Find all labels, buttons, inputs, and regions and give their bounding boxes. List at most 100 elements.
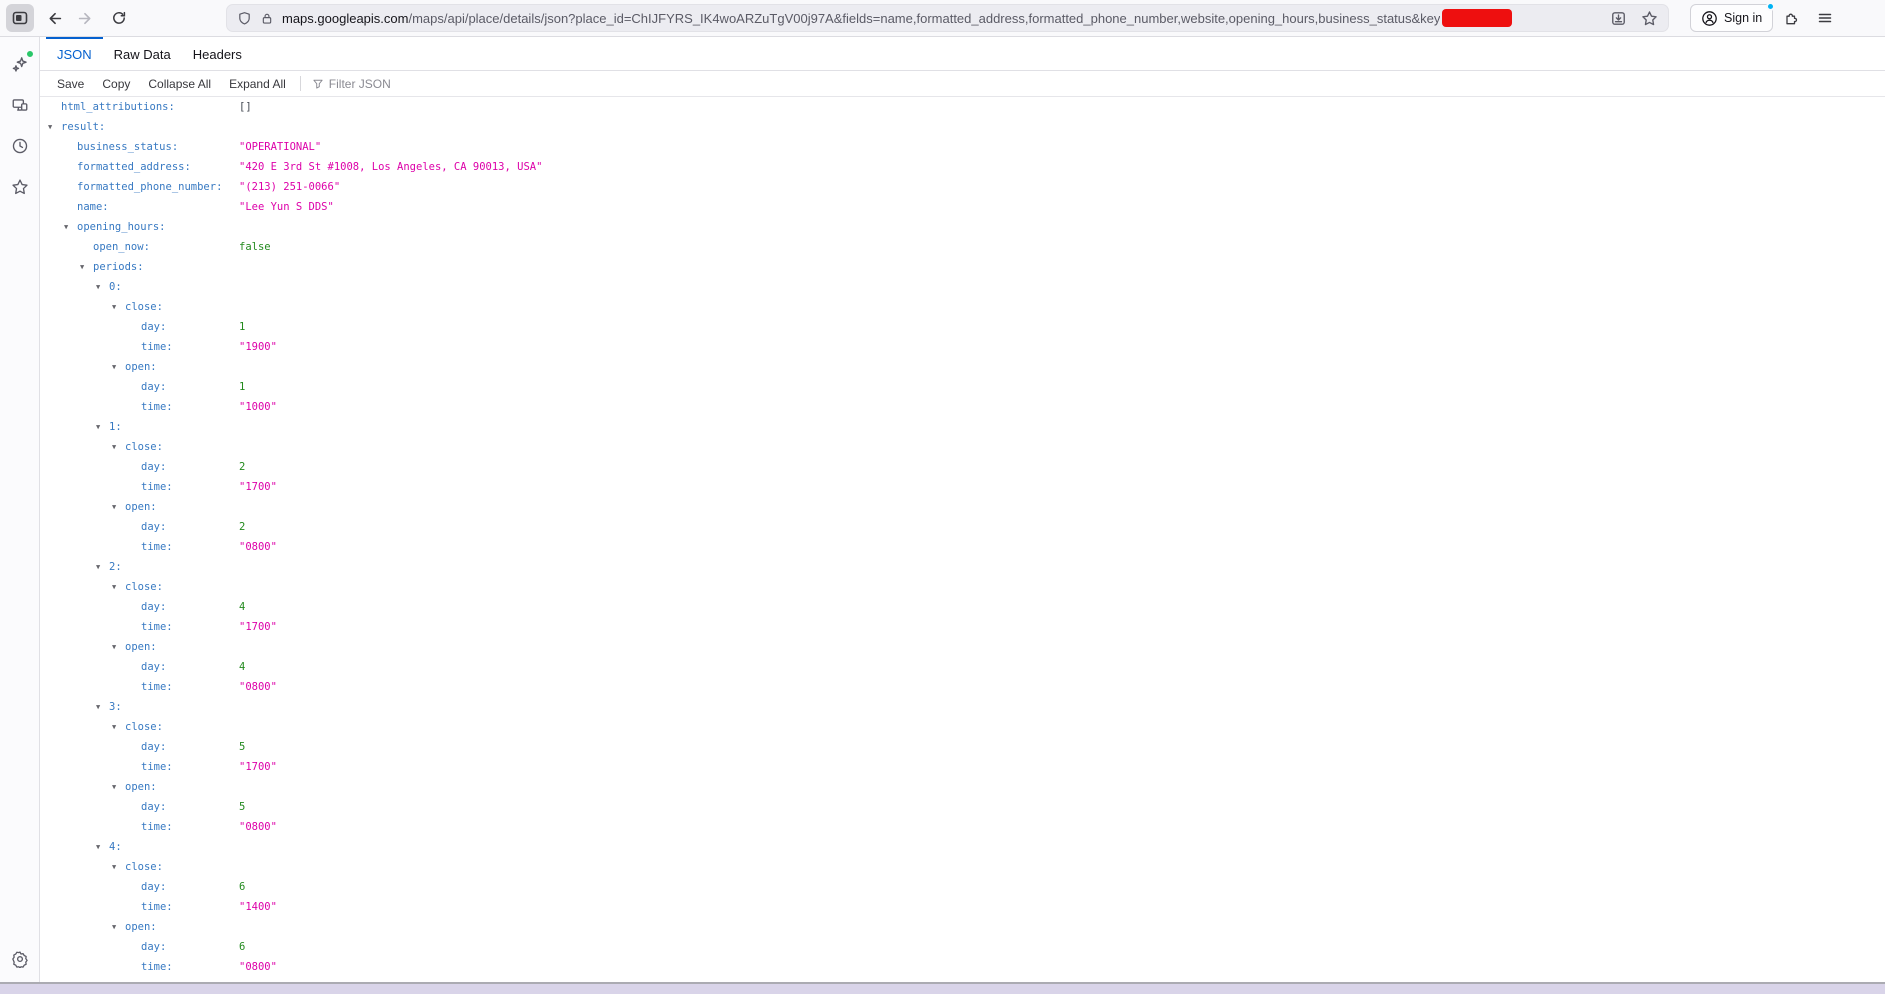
- account-icon: [1701, 10, 1718, 27]
- expand-all-button[interactable]: Expand All: [220, 77, 295, 91]
- json-row: day: 5: [40, 797, 1885, 817]
- json-row: ▼weekday_text:: [40, 977, 1885, 982]
- json-key: open:: [125, 641, 157, 653]
- sparkle-icon: [11, 55, 29, 73]
- collapse-all-button[interactable]: Collapse All: [139, 77, 220, 91]
- json-row: ▼ 1:: [40, 417, 1885, 437]
- json-key: open:: [125, 781, 157, 793]
- sidebar-item-bookmarks[interactable]: [7, 174, 33, 200]
- taskbar-strip: [0, 982, 1885, 994]
- json-row: ▼ result:: [40, 117, 1885, 137]
- json-value: []: [239, 101, 252, 113]
- bookmark-star-icon[interactable]: [1641, 10, 1658, 27]
- devices-icon: [11, 96, 29, 114]
- expand-arrow-icon[interactable]: ▼: [96, 277, 109, 297]
- address-bar[interactable]: maps.googleapis.com/maps/api/place/detai…: [226, 4, 1669, 32]
- json-row: time: "1700": [40, 617, 1885, 637]
- json-row: time: "0800": [40, 817, 1885, 837]
- back-arrow-icon: [45, 10, 62, 27]
- filter-json-input[interactable]: [328, 76, 469, 91]
- json-row: ▼ open:: [40, 777, 1885, 797]
- expand-arrow-icon[interactable]: ▼: [96, 557, 109, 577]
- sidebar-toggle-button[interactable]: [6, 4, 34, 32]
- json-key: open:: [125, 921, 157, 933]
- back-button[interactable]: [39, 4, 67, 32]
- sidebar-item-ai-chat[interactable]: [7, 50, 34, 77]
- expand-arrow-icon[interactable]: ▼: [112, 857, 125, 877]
- json-row: time: "1000": [40, 397, 1885, 417]
- expand-arrow-icon[interactable]: ▼: [112, 297, 125, 317]
- json-key: day:: [141, 941, 167, 953]
- json-key: day:: [141, 661, 167, 673]
- json-key: close:: [125, 721, 163, 733]
- json-row: formatted_address: "420 E 3rd St #1008, L…: [40, 157, 1885, 177]
- expand-arrow-icon[interactable]: ▼: [112, 917, 125, 937]
- json-value: 5: [239, 741, 246, 753]
- expand-arrow-icon[interactable]: ▼: [112, 717, 125, 737]
- json-row: formatted_phone_number: "(213) 251-0066": [40, 177, 1885, 197]
- json-row: day: 6: [40, 877, 1885, 897]
- sidebar-item-synced-tabs[interactable]: [7, 92, 33, 118]
- json-key: close:: [125, 581, 163, 593]
- sign-in-button[interactable]: Sign in: [1690, 2, 1776, 32]
- json-row: day: 5: [40, 737, 1885, 757]
- tab-headers[interactable]: Headers: [182, 37, 253, 70]
- expand-arrow-icon[interactable]: ▼: [112, 437, 125, 457]
- json-key: opening_hours:: [77, 221, 166, 233]
- expand-arrow-icon[interactable]: ▼: [96, 837, 109, 857]
- json-row: ▼ close:: [40, 857, 1885, 877]
- expand-arrow-icon[interactable]: ▼: [112, 357, 125, 377]
- tab-json[interactable]: JSON: [46, 37, 103, 70]
- json-value: false: [239, 241, 271, 253]
- json-value: 6: [239, 941, 246, 953]
- expand-arrow-icon[interactable]: ▼: [112, 777, 125, 797]
- expand-arrow-icon[interactable]: ▼: [80, 257, 93, 277]
- json-key: time:: [141, 821, 173, 833]
- expand-arrow-icon[interactable]: ▼: [96, 417, 109, 437]
- json-key: 3:: [109, 701, 122, 713]
- json-key: 1:: [109, 421, 122, 433]
- json-key: formatted_phone_number:: [77, 181, 223, 193]
- sidebar-settings-button[interactable]: [7, 946, 33, 972]
- copy-button[interactable]: Copy: [93, 77, 139, 91]
- expand-arrow-icon[interactable]: ▼: [80, 977, 93, 982]
- json-key: name:: [77, 201, 109, 213]
- reload-button[interactable]: [105, 4, 133, 32]
- json-key: open:: [125, 361, 157, 373]
- puzzle-icon: [1784, 10, 1800, 26]
- expand-arrow-icon[interactable]: ▼: [112, 497, 125, 517]
- expand-arrow-icon[interactable]: ▼: [64, 217, 77, 237]
- save-to-library-icon[interactable]: [1610, 10, 1627, 27]
- json-row: day: 1: [40, 317, 1885, 337]
- expand-arrow-icon[interactable]: ▼: [48, 117, 61, 137]
- json-row: ▼ close:: [40, 577, 1885, 597]
- json-row: ▼ periods:: [40, 257, 1885, 277]
- viewer-toolbar: Save Copy Collapse All Expand All: [40, 71, 1885, 97]
- lock-icon[interactable]: [260, 11, 274, 26]
- sidebar-item-history[interactable]: [7, 133, 33, 159]
- json-row: ▼ 4:: [40, 837, 1885, 857]
- expand-arrow-icon[interactable]: ▼: [112, 577, 125, 597]
- tab-raw-data[interactable]: Raw Data: [103, 37, 182, 70]
- json-key: result:: [61, 121, 106, 133]
- json-value: "0800": [239, 961, 277, 973]
- json-row: day: 4: [40, 597, 1885, 617]
- json-row: ▼ 0:: [40, 277, 1885, 297]
- json-value: "1900": [239, 341, 277, 353]
- json-key: 2:: [109, 561, 122, 573]
- json-key: day:: [141, 601, 167, 613]
- forward-button[interactable]: [72, 4, 100, 32]
- expand-arrow-icon[interactable]: ▼: [112, 637, 125, 657]
- json-key: day:: [141, 321, 167, 333]
- json-value: "1000": [239, 401, 277, 413]
- main-area: JSON Raw Data Headers Save Copy Collapse…: [0, 37, 1885, 982]
- save-button[interactable]: Save: [48, 77, 93, 91]
- json-key: weekday_text:: [93, 981, 175, 982]
- expand-arrow-icon[interactable]: ▼: [96, 697, 109, 717]
- redacted-api-key: [1442, 9, 1513, 27]
- extensions-button[interactable]: [1778, 4, 1806, 32]
- menu-button[interactable]: [1811, 4, 1839, 32]
- tracking-shield-icon[interactable]: [237, 11, 252, 26]
- json-key: business_status:: [77, 141, 179, 153]
- json-tree[interactable]: html_attributions:[] ▼ result: business_sta…: [40, 97, 1885, 982]
